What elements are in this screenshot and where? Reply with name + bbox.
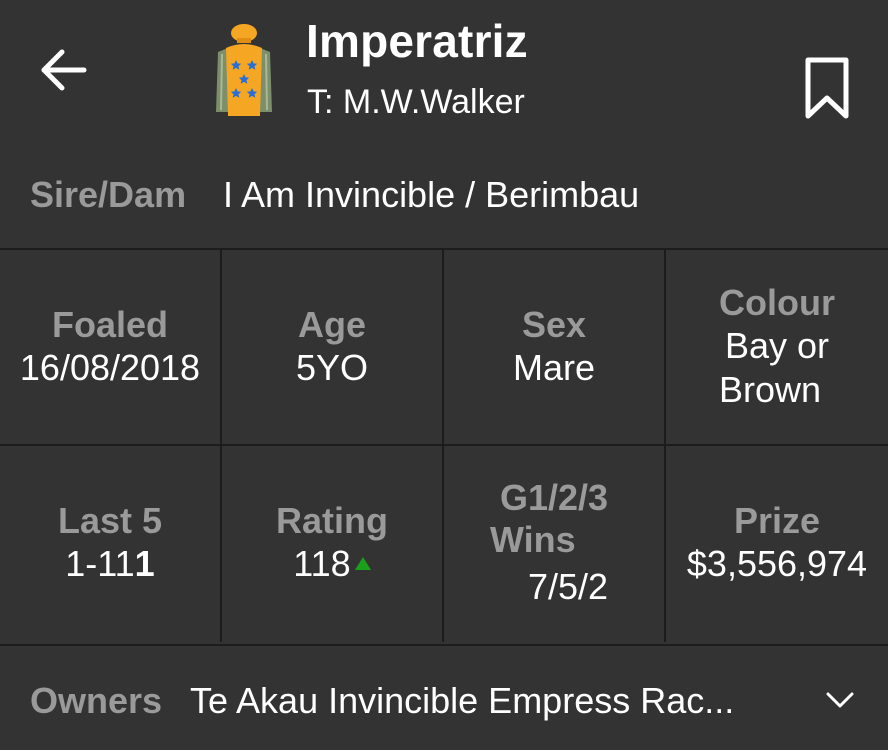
stat-label: Last 5 (57, 500, 163, 541)
grid-divider (220, 250, 222, 642)
stat-prize: Prize $3,556,974 (666, 446, 888, 640)
stat-label: Sex (521, 304, 587, 345)
stat-value: 16/08/2018 (19, 347, 201, 388)
stat-label: Colour (719, 282, 835, 323)
pedigree-value: I Am Invincible / Berimbau (223, 174, 640, 215)
horse-profile-screen: Imperatriz T: M.W.Walker Sire/Dam I Am I… (0, 0, 888, 750)
bookmark-button[interactable] (796, 54, 858, 124)
triangle-up-icon (354, 557, 371, 570)
pedigree-row: Sire/Dam I Am Invincible / Berimbau (0, 150, 888, 250)
grid-divider (442, 250, 444, 642)
stat-value: 118 (293, 542, 371, 586)
stat-label: Age (297, 304, 366, 345)
stat-colour: Colour Bay or Brown (666, 250, 888, 444)
stat-value: $3,556,974 (686, 543, 868, 584)
stat-value: 7/5/2 (527, 566, 609, 607)
stat-sex: Sex Mare (444, 250, 664, 444)
stats-grid: Foaled 16/08/2018 Age 5YO Sex Mare Colou… (0, 250, 888, 642)
rating-number: 118 (293, 543, 351, 584)
horse-name: Imperatriz (306, 15, 528, 67)
owners-row[interactable]: Owners Te Akau Invincible Empress Rac... (0, 644, 888, 750)
stat-label: Foaled (51, 304, 168, 345)
stat-age: Age 5YO (222, 250, 442, 444)
header: Imperatriz T: M.W.Walker (0, 0, 888, 150)
bookmark-icon (805, 57, 849, 119)
pedigree-label: Sire/Dam (30, 174, 187, 215)
stat-label-line2: Wins (490, 519, 576, 560)
jockey-silks-icon (204, 20, 284, 120)
stat-label: Rating (276, 500, 388, 541)
stat-value-line2: Brown (719, 369, 822, 410)
stat-rating: Rating 118 (222, 446, 442, 640)
grid-divider (664, 250, 666, 642)
stat-label-line1: G1/2/3 (499, 477, 609, 518)
stat-value-line1: Bay or (724, 325, 830, 366)
last5-prefix: 1-11 (65, 543, 135, 584)
arrow-left-icon (41, 49, 87, 91)
stat-label: Prize (733, 500, 821, 541)
stat-value: 1-111 (65, 542, 154, 586)
back-button[interactable] (28, 38, 98, 102)
stat-value: 5YO (295, 347, 369, 388)
stat-value: Mare (512, 347, 596, 388)
owners-label: Owners (30, 680, 163, 721)
stat-last5: Last 5 1-111 (0, 446, 220, 640)
owners-value: Te Akau Invincible Empress Rac... (190, 680, 735, 721)
stat-foaled: Foaled 16/08/2018 (0, 250, 220, 444)
stat-group-wins: G1/2/3 Wins 7/5/2 (444, 446, 664, 640)
trainer-name: T: M.W.Walker (307, 83, 525, 121)
chevron-down-icon[interactable] (820, 686, 860, 716)
last5-latest: 1 (134, 543, 155, 584)
grid-divider (0, 444, 888, 446)
